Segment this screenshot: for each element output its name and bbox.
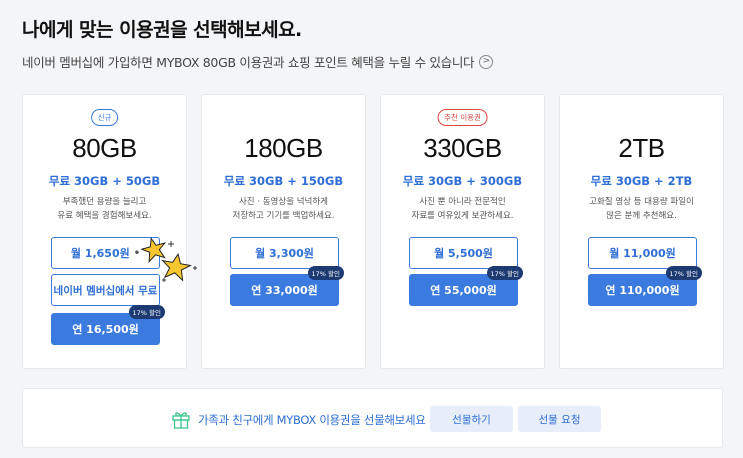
page-title: 나에게 맞는 이용권을 선택해보세요. xyxy=(22,19,302,41)
monthly-button[interactable]: 월 5,500원 xyxy=(409,237,518,269)
yearly-button[interactable]: 연 33,000원 17% 할인 xyxy=(230,266,344,306)
plan-description-line: 저장하고 기기를 백업하세요. xyxy=(232,211,335,221)
plan-card-330gb: 추천 이용권 330GB 무료 30GB + 300GB 사진 뿐 아니라 전문… xyxy=(380,94,545,369)
monthly-button[interactable]: 월 11,000원 xyxy=(588,237,697,269)
discount-badge: 17% 할인 xyxy=(307,266,344,280)
stars-icon xyxy=(141,236,197,282)
plan-description-line: 고화질 영상 등 대용량 파일이 xyxy=(589,197,694,207)
star-icon xyxy=(141,236,167,264)
yearly-button[interactable]: 연 55,000원 17% 할인 xyxy=(409,266,523,306)
subtitle-text: 네이버 멤버십에 가입하면 MYBOX 80GB 이용권과 쇼핑 포인트 혜택을… xyxy=(22,55,475,70)
plan-card-80gb: 신규 80GB 무료 30GB + 50GB 부족했던 용량을 늘리고 유료 혜… xyxy=(22,94,187,369)
plan-description: 사진 · 동영상을 넉넉하게 저장하고 기기를 백업하세요. xyxy=(202,195,365,223)
monthly-price: 월 1,650원 xyxy=(70,247,130,260)
plan-description-line: 사진 · 동영상을 넉넉하게 xyxy=(238,197,328,207)
plan-description-line: 사진 뿐 아니라 전문적인 xyxy=(419,197,506,207)
discount-badge: 17% 할인 xyxy=(486,266,523,280)
membership-subtitle[interactable]: 네이버 멤버십에 가입하면 MYBOX 80GB 이용권과 쇼핑 포인트 혜택을… xyxy=(22,52,494,71)
plan-description: 사진 뿐 아니라 전문적인 자료를 여유있게 보관하세요. xyxy=(381,195,544,223)
plan-capacity: 180GB xyxy=(244,133,323,163)
yearly-button[interactable]: 연 110,000원 17% 할인 xyxy=(588,266,702,306)
monthly-button[interactable]: 월 3,300원 xyxy=(230,237,339,269)
yearly-button[interactable]: 연 16,500원 17% 할인 xyxy=(51,305,165,345)
plan-description-line: 유료 혜택을 경험해보세요. xyxy=(57,211,152,221)
plan-free-text: 무료 30GB + 2TB xyxy=(590,174,693,188)
yearly-price: 연 110,000원 xyxy=(605,284,680,297)
dot-icon: • xyxy=(133,247,141,259)
plan-description: 고화질 영상 등 대용량 파일이 많은 분께 추천해요. xyxy=(560,195,723,223)
star-icon xyxy=(161,252,192,282)
yearly-price: 연 55,000원 xyxy=(430,284,497,297)
plan-capacity: 330GB xyxy=(423,133,502,163)
plan-description-line: 부족했던 용량을 늘리고 xyxy=(62,197,147,207)
gift-button[interactable]: 선물하기 xyxy=(430,406,513,432)
new-badge: 신규 xyxy=(90,109,119,126)
plan-free-text: 무료 30GB + 50GB xyxy=(48,174,161,188)
yearly-price: 연 33,000원 xyxy=(251,284,318,297)
plan-description-line: 많은 분께 추천해요. xyxy=(606,211,677,221)
plan-description-line: 자료를 여유있게 보관하세요. xyxy=(411,211,514,221)
plan-free-text: 무료 30GB + 150GB xyxy=(223,174,344,188)
plan-card-2tb: 2TB 무료 30GB + 2TB 고화질 영상 등 대용량 파일이 많은 분께… xyxy=(559,94,724,369)
plan-free-text: 무료 30GB + 300GB xyxy=(402,174,523,188)
yearly-price: 연 16,500원 xyxy=(72,323,139,336)
recommend-badge: 추천 이용권 xyxy=(437,109,488,126)
plan-card-180gb: 180GB 무료 30GB + 150GB 사진 · 동영상을 넉넉하게 저장하… xyxy=(201,94,366,369)
gift-text: 가족과 친구에게 MYBOX 이용권을 선물해보세요 xyxy=(198,413,426,427)
plan-capacity: 80GB xyxy=(72,133,137,163)
plan-capacity: 2TB xyxy=(618,133,665,163)
plan-description: 부족했던 용량을 늘리고 유료 혜택을 경험해보세요. xyxy=(23,195,186,223)
discount-badge: 17% 할인 xyxy=(128,305,165,319)
gift-icon xyxy=(172,412,190,429)
gift-bar: 가족과 친구에게 MYBOX 이용권을 선물해보세요 선물하기 선물 요청 xyxy=(22,388,723,448)
chevron-right-icon[interactable]: > xyxy=(479,54,494,69)
gift-request-button[interactable]: 선물 요청 xyxy=(518,406,601,432)
discount-badge: 17% 할인 xyxy=(665,266,702,280)
